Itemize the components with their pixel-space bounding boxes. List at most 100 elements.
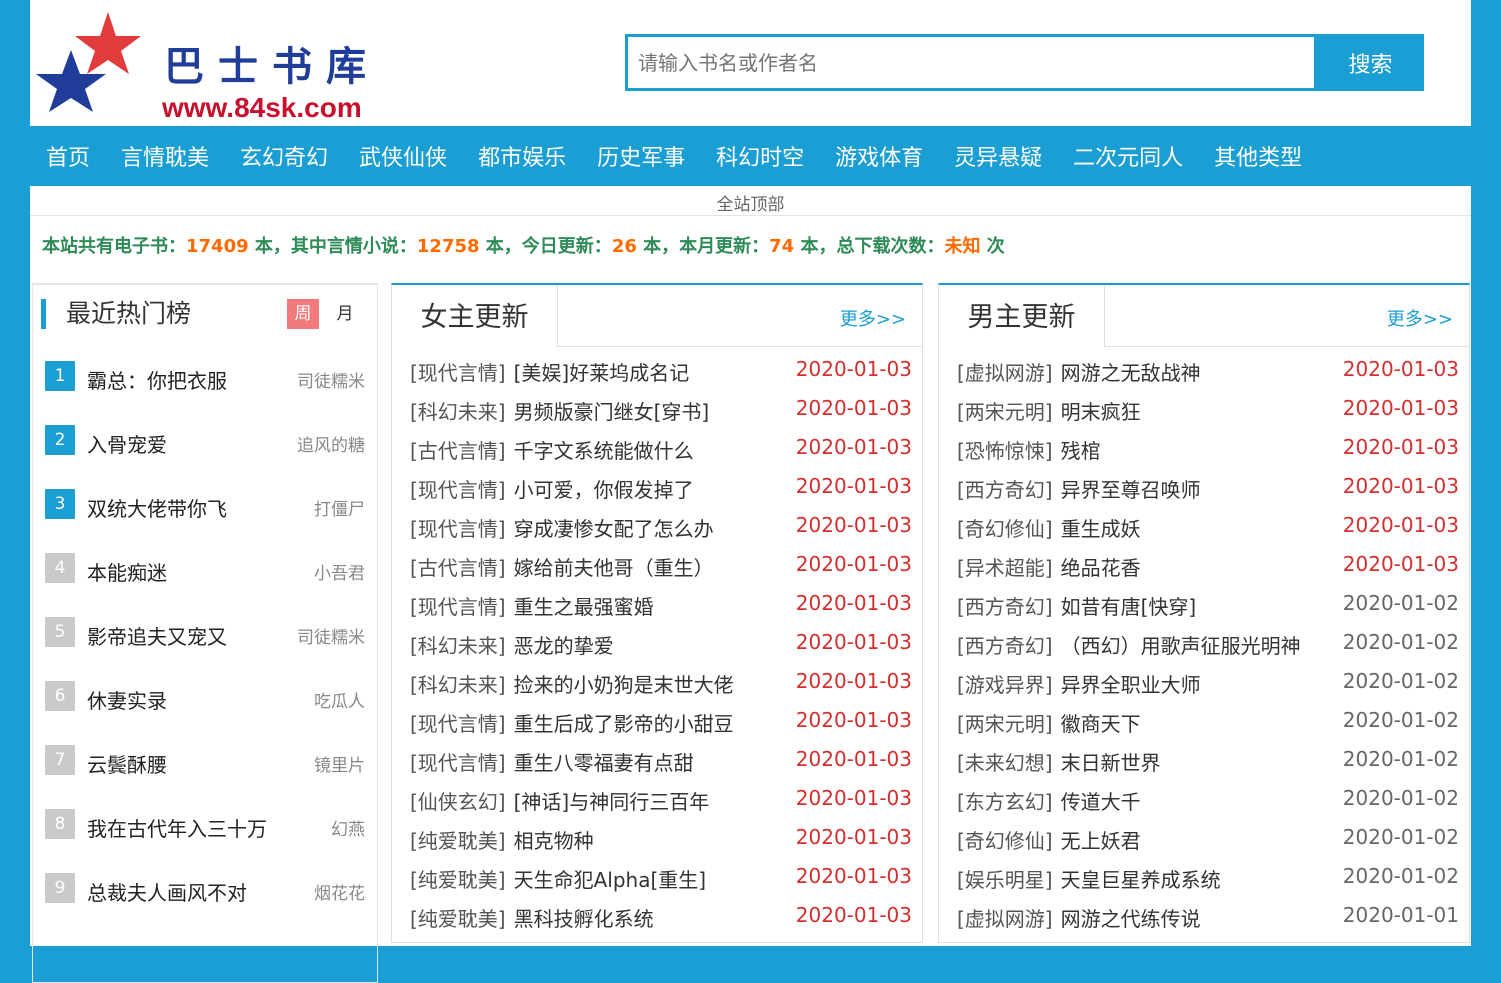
book-title[interactable]: 网游之代练传说 (1061, 907, 1201, 931)
nav-supernatural[interactable]: 灵异悬疑 (954, 140, 1042, 172)
update-row[interactable]: [现代言情] [美娱]好莱坞成名记 2020-01-03 (410, 357, 912, 387)
nav-urban[interactable]: 都市娱乐 (478, 140, 566, 172)
search-input[interactable] (625, 34, 1317, 91)
book-title[interactable]: 绝品花香 (1061, 556, 1141, 580)
search-button[interactable]: 搜索 (1317, 34, 1424, 91)
book-title[interactable]: （西幻）用歌声征服光明神 (1061, 634, 1301, 658)
book-title[interactable]: 异界全职业大师 (1061, 673, 1201, 697)
book-category[interactable]: [奇幻修仙] (957, 517, 1053, 541)
book-category[interactable]: [仙侠玄幻] (410, 790, 506, 814)
book-category[interactable]: [游戏异界] (957, 673, 1053, 697)
book-title[interactable]: 网游之无敌战神 (1061, 361, 1201, 385)
book-title[interactable]: 重生八零福妻有点甜 (514, 751, 694, 775)
update-row[interactable]: [现代言情] 重生八零福妻有点甜 2020-01-03 (410, 747, 912, 777)
update-row[interactable]: [现代言情] 重生后成了影帝的小甜豆 2020-01-03 (410, 708, 912, 738)
update-row[interactable]: [游戏异界] 异界全职业大师 2020-01-02 (957, 669, 1459, 699)
update-row[interactable]: [科幻未来] 男频版豪门继女[穿书] 2020-01-03 (410, 396, 912, 426)
nav-other[interactable]: 其他类型 (1214, 140, 1302, 172)
book-category[interactable]: [恐怖惊悚] (957, 439, 1053, 463)
tab-week[interactable]: 周 (287, 299, 319, 329)
hot-book-author[interactable]: 吃瓜人 (314, 687, 365, 712)
update-row[interactable]: [西方奇幻] 如昔有唐[快穿] 2020-01-02 (957, 591, 1459, 621)
tab-month[interactable]: 月 (329, 299, 361, 329)
update-row[interactable]: [古代言情] 千字文系统能做什么 2020-01-03 (410, 435, 912, 465)
update-row[interactable]: [现代言情] 小可爱，你假发掉了 2020-01-03 (410, 474, 912, 504)
update-row[interactable]: [纯爱耽美] 天生命犯Alpha[重生] 2020-01-03 (410, 864, 912, 894)
nav-scifi[interactable]: 科幻时空 (716, 140, 804, 172)
update-row[interactable]: [两宋元明] 徽商天下 2020-01-02 (957, 708, 1459, 738)
hot-book-author[interactable]: 镜里片 (314, 751, 365, 776)
book-category[interactable]: [娱乐明星] (957, 868, 1053, 892)
hot-list-item[interactable]: 2 入骨宠爱 追风的糖 (45, 425, 365, 457)
book-title[interactable]: 相克物种 (514, 829, 594, 853)
hot-list-item[interactable]: 8 我在古代年入三十万 幻燕 (45, 809, 365, 841)
book-title[interactable]: 重生成妖 (1061, 517, 1141, 541)
hot-list-item[interactable]: 3 双统大佬带你飞 打僵尸 (45, 489, 365, 521)
hot-book-title[interactable]: 本能痴迷 (87, 557, 167, 586)
book-category[interactable]: [科幻未来] (410, 673, 506, 697)
book-title[interactable]: 穿成凄惨女配了怎么办 (514, 517, 714, 541)
hot-list-item[interactable]: 1 霸总：你把衣服 司徒糯米 (45, 361, 365, 393)
hot-book-author[interactable]: 司徒糯米 (297, 623, 365, 648)
book-category[interactable]: [西方奇幻] (957, 595, 1053, 619)
update-row[interactable]: [未来幻想] 末日新世界 2020-01-02 (957, 747, 1459, 777)
hot-book-title[interactable]: 入骨宠爱 (87, 429, 167, 458)
book-category[interactable]: [两宋元明] (957, 712, 1053, 736)
hot-book-author[interactable]: 小吾君 (314, 559, 365, 584)
update-row[interactable]: [两宋元明] 明末疯狂 2020-01-03 (957, 396, 1459, 426)
hot-book-author[interactable]: 幻燕 (331, 815, 365, 840)
book-category[interactable]: [纯爱耽美] (410, 829, 506, 853)
update-row[interactable]: [科幻未来] 恶龙的挚爱 2020-01-03 (410, 630, 912, 660)
hot-book-title[interactable]: 云鬓酥腰 (87, 749, 167, 778)
book-title[interactable]: 天皇巨星养成系统 (1061, 868, 1221, 892)
update-row[interactable]: [西方奇幻] 异界至尊召唤师 2020-01-03 (957, 474, 1459, 504)
update-row[interactable]: [东方玄幻] 传道大千 2020-01-02 (957, 786, 1459, 816)
book-title[interactable]: 重生之最强蜜婚 (514, 595, 654, 619)
hot-list-item[interactable]: 7 云鬓酥腰 镜里片 (45, 745, 365, 777)
book-category[interactable]: [古代言情] (410, 439, 506, 463)
hot-list-item[interactable]: 6 休妻实录 吃瓜人 (45, 681, 365, 713)
hot-list-item[interactable]: 5 影帝追夫又宠又 司徒糯米 (45, 617, 365, 649)
nav-wuxia[interactable]: 武侠仙侠 (359, 140, 447, 172)
book-title[interactable]: 小可爱，你假发掉了 (514, 478, 694, 502)
book-title[interactable]: [美娱]好莱坞成名记 (514, 361, 690, 385)
hot-book-title[interactable]: 休妻实录 (87, 685, 167, 714)
book-category[interactable]: [异术超能] (957, 556, 1053, 580)
book-title[interactable]: 如昔有唐[快穿] (1061, 595, 1197, 619)
hot-book-title[interactable]: 双统大佬带你飞 (87, 493, 227, 522)
book-title[interactable]: 明末疯狂 (1061, 400, 1141, 424)
nav-home[interactable]: 首页 (46, 140, 90, 172)
book-title[interactable]: 传道大千 (1061, 790, 1141, 814)
hot-book-author[interactable]: 司徒糯米 (297, 367, 365, 392)
book-category[interactable]: [虚拟网游] (957, 361, 1053, 385)
update-row[interactable]: [虚拟网游] 网游之无敌战神 2020-01-03 (957, 357, 1459, 387)
hot-list-item[interactable]: 9 总裁夫人画风不对 烟花花 (45, 873, 365, 905)
book-category[interactable]: [纯爱耽美] (410, 868, 506, 892)
nav-romance[interactable]: 言情耽美 (121, 140, 209, 172)
book-category[interactable]: [奇幻修仙] (957, 829, 1053, 853)
hot-list-item[interactable]: 4 本能痴迷 小吾君 (45, 553, 365, 585)
update-row[interactable]: [现代言情] 重生之最强蜜婚 2020-01-03 (410, 591, 912, 621)
book-category[interactable]: [现代言情] (410, 751, 506, 775)
update-row[interactable]: [古代言情] 嫁给前夫他哥（重生） 2020-01-03 (410, 552, 912, 582)
book-category[interactable]: [两宋元明] (957, 400, 1053, 424)
book-category[interactable]: [虚拟网游] (957, 907, 1053, 931)
hot-book-author[interactable]: 烟花花 (314, 879, 365, 904)
nav-acg[interactable]: 二次元同人 (1073, 140, 1183, 172)
book-title[interactable]: 天生命犯Alpha[重生] (514, 868, 706, 892)
book-category[interactable]: [现代言情] (410, 478, 506, 502)
book-category[interactable]: [未来幻想] (957, 751, 1053, 775)
book-title[interactable]: 黑科技孵化系统 (514, 907, 654, 931)
update-row[interactable]: [奇幻修仙] 重生成妖 2020-01-03 (957, 513, 1459, 543)
update-row[interactable]: [西方奇幻] （西幻）用歌声征服光明神 2020-01-02 (957, 630, 1459, 660)
book-title[interactable]: 捡来的小奶狗是末世大佬 (514, 673, 734, 697)
book-title[interactable]: 残棺 (1061, 439, 1101, 463)
book-category[interactable]: [科幻未来] (410, 400, 506, 424)
book-category[interactable]: [古代言情] (410, 556, 506, 580)
hot-book-title[interactable]: 影帝追夫又宠又 (87, 621, 227, 650)
book-category[interactable]: [西方奇幻] (957, 478, 1053, 502)
update-row[interactable]: [恐怖惊悚] 残棺 2020-01-03 (957, 435, 1459, 465)
hot-book-title[interactable]: 我在古代年入三十万 (87, 813, 267, 842)
nav-fantasy[interactable]: 玄幻奇幻 (240, 140, 328, 172)
book-title[interactable]: 徽商天下 (1061, 712, 1141, 736)
